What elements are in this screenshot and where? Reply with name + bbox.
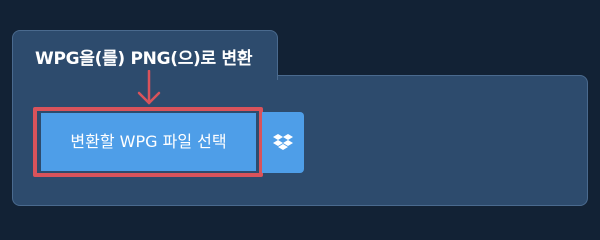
down-arrow-icon (137, 70, 161, 105)
dropbox-button[interactable] (262, 112, 304, 173)
select-wpg-file-button[interactable]: 변환할 WPG 파일 선택 (41, 113, 256, 171)
tab-title: WPG을(를) PNG(으)로 변환 (35, 49, 253, 69)
dropbox-icon (273, 133, 293, 150)
